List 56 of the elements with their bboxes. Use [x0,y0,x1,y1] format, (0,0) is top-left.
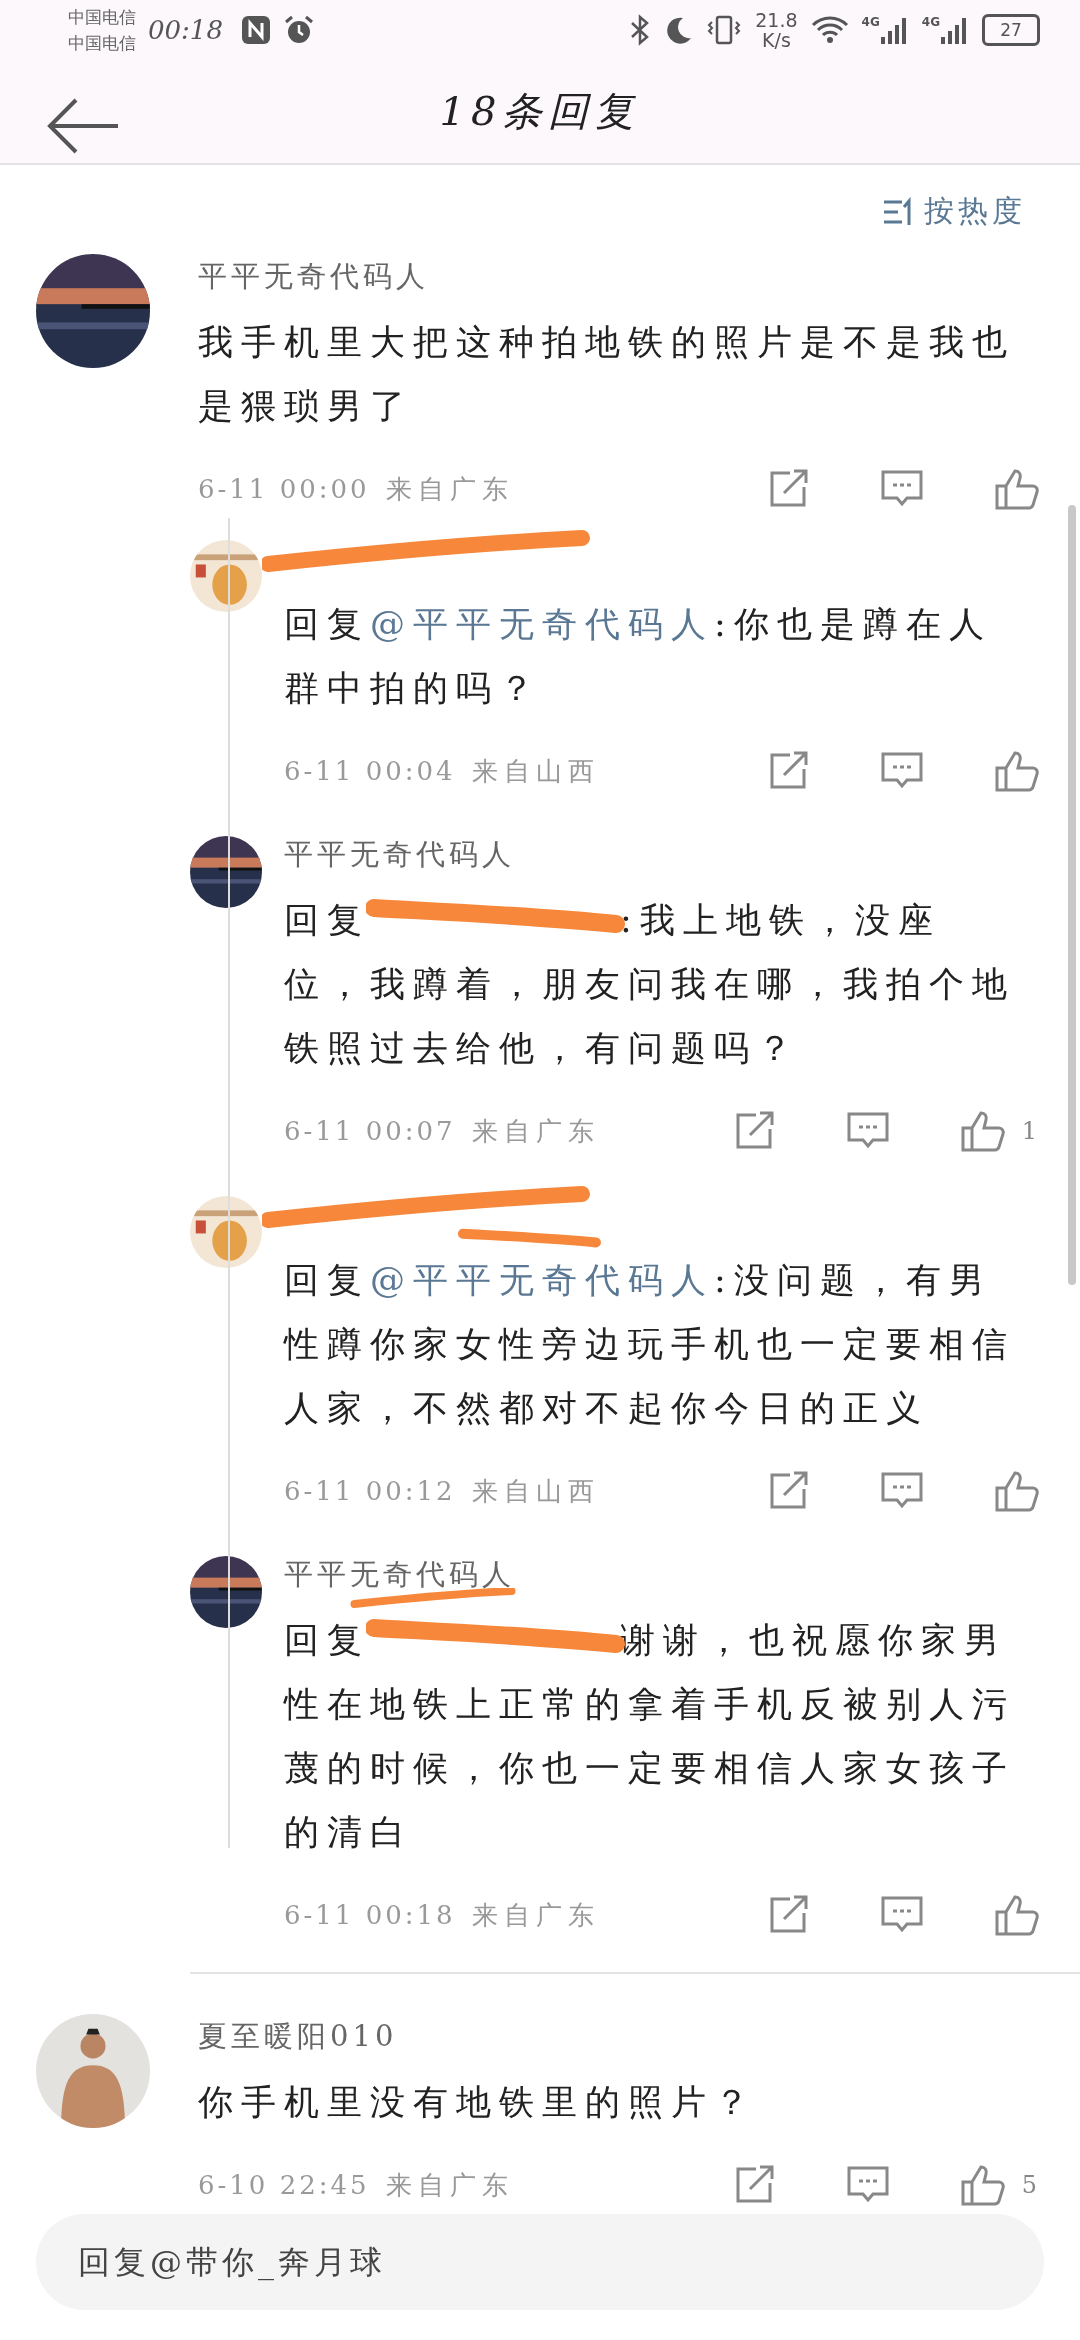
page-title: 18条回复 [439,86,641,136]
like-icon[interactable] [994,1893,1040,1937]
comment-text: 我手机里大把这种拍地铁的照片是不是我也是猥琐男了 [198,321,1016,428]
comment-location: 来自广东 [385,2168,514,2202]
carrier-label: 中国电信 [68,31,136,55]
network-speed: K/s [762,29,791,50]
comment-time: 6-11 00:12 [284,1476,456,1506]
status-time: 00:18 [148,14,223,45]
comment-text: 你手机里没有地铁里的照片？ [198,2081,758,2124]
reply-text: 回复@平平无奇代码人:你也是蹲在人群中拍的吗？ [284,603,993,710]
like-count: 5 [1021,2171,1040,2199]
comment-icon[interactable] [880,1471,924,1511]
like-icon[interactable] [994,467,1040,511]
reply-text: 回复@平平无奇代码人:没问题，有男性蹲你家女性旁边玩手机也一定要相信人家，不然都对不起你今日的正义 [284,1248,1024,1440]
comment-location: 来自山西 [471,754,600,788]
comment-icon[interactable] [880,469,924,509]
user-name[interactable]: 平平无奇代码人 [284,1555,515,1595]
reply-text: 回复 谢谢，也祝愿你家男性在地铁上正常的拿着手机反被别人污蔑的时候，你也一定要相信人家女孩子的清白 [284,1608,1024,1864]
mention-link[interactable]: @平平无奇代码人 [370,1260,714,1300]
user-name[interactable]: 夏至暖阳010 [198,2017,398,2057]
comment-time: 6-10 22:45 [198,2170,370,2200]
comment-time: 6-11 00:04 [284,756,456,786]
network-speed: 21.8 [755,9,798,30]
sort-button[interactable]: 按热度 [878,187,1030,236]
share-icon[interactable] [768,751,810,791]
wifi-icon [809,13,850,46]
share-icon[interactable] [768,1895,810,1935]
mention-link[interactable]: @平平无奇代码人 [370,604,714,644]
comment-location: 来自山西 [471,1474,600,1508]
comment-time: 6-11 00:18 [284,1900,456,1930]
comment-icon[interactable] [880,751,924,791]
user-name[interactable]: 平平无奇代码人 [284,835,515,875]
reply-text: 回复 :我上地铁，没座位，我蹲着，朋友问我在哪，我拍个地铁照过去给他，有问题吗？ [284,888,1024,1080]
carrier-label: 中国电信 [68,5,136,29]
like-icon[interactable] [994,1469,1040,1513]
like-icon[interactable] [959,2163,1006,2207]
nfc-icon [240,14,271,45]
network-type: 4G [861,14,880,29]
comment-time: 6-11 00:07 [284,1116,456,1146]
like-icon[interactable] [959,1109,1006,1153]
comment-icon[interactable] [845,1111,890,1151]
share-icon[interactable] [768,1471,810,1511]
like-icon[interactable] [994,749,1040,793]
share-icon[interactable] [768,469,810,509]
comment-location: 来自广东 [471,1114,600,1148]
battery-level: 27 [1000,19,1022,40]
reply-field[interactable]: 回复@带你_奔月球 [36,2214,1044,2310]
network-type: 4G [921,14,940,29]
comment-icon[interactable] [880,1895,924,1935]
comment-location: 来自广东 [471,1898,600,1932]
comment-icon[interactable] [845,2165,890,2205]
like-count: 1 [1021,1117,1040,1145]
user-name[interactable]: 平平无奇代码人 [198,257,429,297]
alarm-icon [282,13,315,46]
comment-time: 6-11 00:00 [198,474,370,504]
comment-location: 来自广东 [385,472,514,506]
